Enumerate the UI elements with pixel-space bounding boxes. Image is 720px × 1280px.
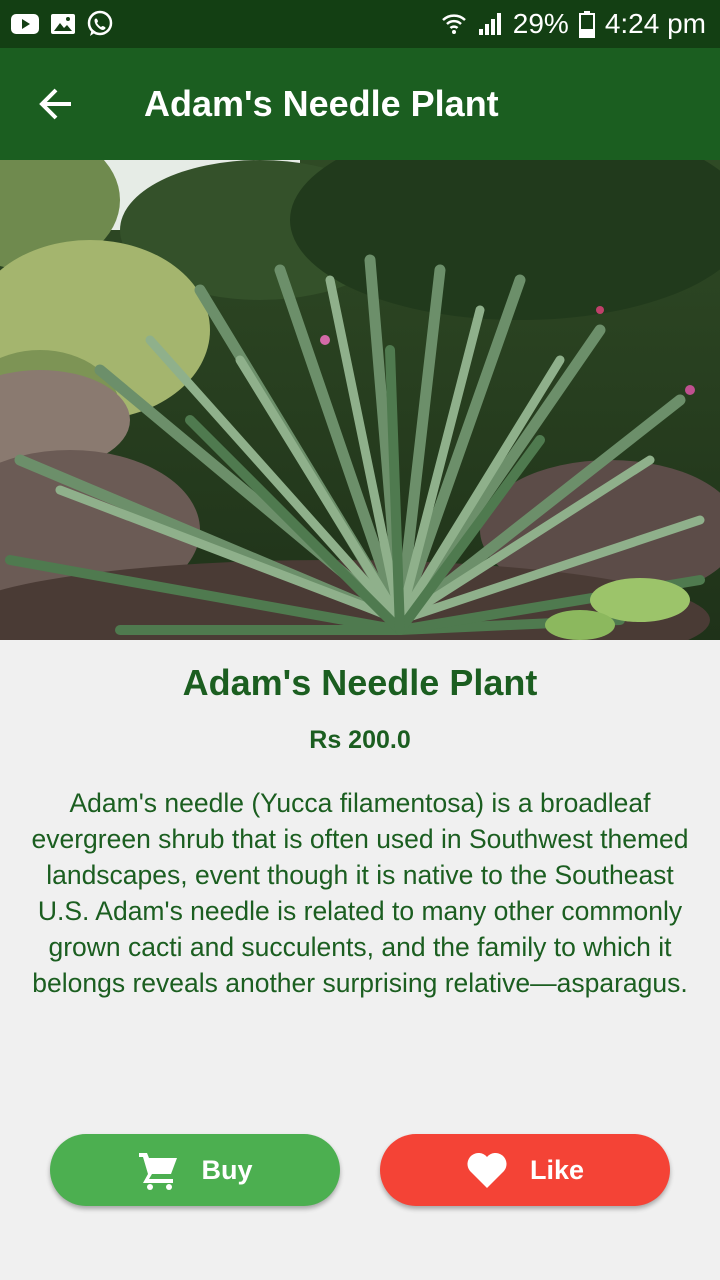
like-button[interactable]: Like [380, 1134, 670, 1206]
signal-icon [478, 13, 501, 35]
page-title: Adam's Needle Plant [144, 83, 499, 124]
product-title: Adam's Needle Plant [182, 662, 538, 703]
product-price: Rs 200.0 [309, 726, 411, 754]
back-button[interactable] [28, 76, 84, 132]
battery-percent: 29% [512, 8, 569, 39]
like-button-label: Like [529, 1154, 585, 1185]
status-bar-right: 29% 4:24 pm [441, 8, 706, 40]
clock: 4:24 pm [604, 8, 706, 39]
buy-button[interactable]: Buy [50, 1134, 340, 1206]
gallery-icon [51, 14, 75, 34]
product-description: Adam's needle (Yucca filamentosa) is a b… [31, 788, 689, 998]
buy-button-label: Buy [201, 1154, 253, 1185]
status-bar: 29% 4:24 pm [0, 0, 720, 48]
plant-image [0, 160, 720, 640]
youtube-icon [11, 14, 39, 34]
product-details: Adam's Needle Plant Rs 200.0 Adam's need… [0, 640, 720, 1001]
heart-icon [467, 1152, 507, 1188]
status-bar-left [10, 10, 114, 38]
wifi-icon [441, 14, 466, 34]
cart-icon [139, 1153, 178, 1190]
whatsapp-icon [87, 10, 113, 36]
arrow-back-icon [39, 88, 71, 120]
app-bar: Adam's Needle Plant [0, 48, 720, 160]
battery-icon [578, 11, 595, 38]
